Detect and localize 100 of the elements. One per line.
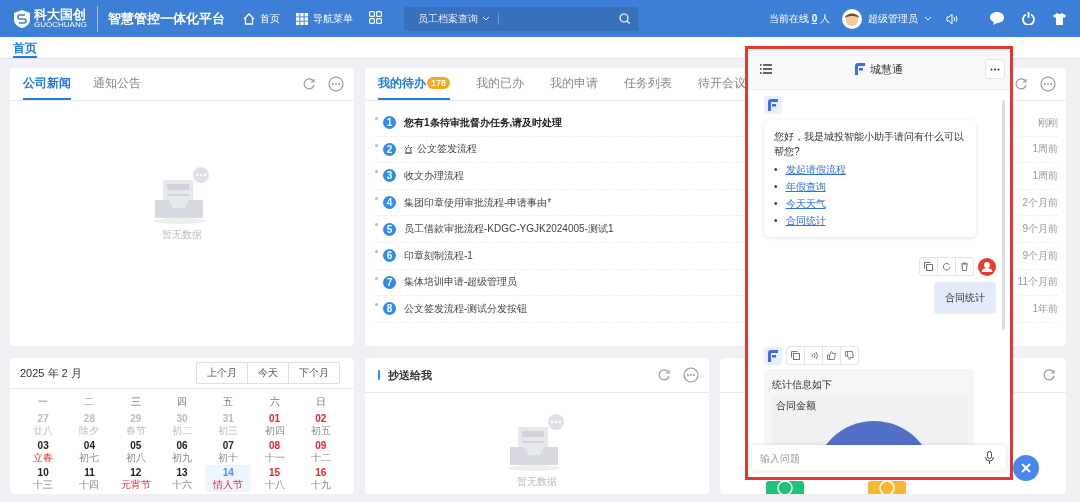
chat-tile-icon[interactable] xyxy=(868,481,906,494)
number-badge: 4 xyxy=(383,196,396,210)
avatar-icon[interactable] xyxy=(842,8,862,29)
todo-tab[interactable]: 我的已办 xyxy=(476,68,525,100)
shirt-icon[interactable] xyxy=(1053,12,1066,25)
more-button[interactable] xyxy=(985,59,1005,79)
message-text: 您好，我是城投智能小助手请问有什么可以帮您? xyxy=(774,131,964,157)
platform-title: 智慧管控一体化平台 xyxy=(107,9,225,28)
time-text: 11个月前 xyxy=(1017,275,1058,290)
assistant-logo-icon xyxy=(768,349,778,362)
calendar-day[interactable]: 11 十四 xyxy=(66,465,113,492)
weekday-label: 四 xyxy=(176,395,188,409)
calendar-day[interactable]: 12 元宵节 xyxy=(112,465,159,492)
calendar-day[interactable]: 15 十八 xyxy=(251,465,298,492)
nav-menu-item[interactable]: 导航菜单 xyxy=(295,11,353,26)
calendar-day[interactable]: 06 初九 xyxy=(158,438,206,465)
refresh-icon[interactable] xyxy=(1042,368,1056,382)
number-badge: 2 xyxy=(383,142,396,156)
time-text: 9个月前 xyxy=(1022,222,1058,237)
time-text: 9个月前 xyxy=(1022,248,1058,263)
time-text: 2个月前 xyxy=(1022,195,1058,210)
user-message-bubble: 合同统计 xyxy=(934,282,996,314)
refresh-icon[interactable] xyxy=(1014,77,1028,91)
calendar-nav-button[interactable]: 下个月 xyxy=(288,363,339,383)
todo-tab[interactable]: 我的申请 xyxy=(550,68,599,100)
calendar-day[interactable]: 09 十二 xyxy=(297,438,344,465)
todo-item-link[interactable]: 公文签发流程-测试分发按钮 xyxy=(404,301,528,316)
todo-item-link[interactable]: 印章刻制流程-1 xyxy=(404,248,473,263)
weekday-label: 三 xyxy=(129,395,142,409)
number-badge: 3 xyxy=(383,169,396,183)
chat-bubble-icon[interactable] xyxy=(990,12,1004,25)
bullet-text: • xyxy=(774,214,778,228)
todo-item-link[interactable]: 您有1条待审批督办任务,请及时处理 xyxy=(404,115,563,130)
weekday-label: 六 xyxy=(268,395,281,409)
search-category-dropdown[interactable]: 员工档案查询 xyxy=(417,11,478,26)
chart-title: 合同金额 xyxy=(776,399,817,413)
calendar-day[interactable]: 02 初五 xyxy=(297,411,344,438)
assistant-logo-icon xyxy=(854,63,865,75)
todo-tab[interactable]: 任务列表 xyxy=(624,68,673,100)
number-badge: 6 xyxy=(383,249,396,263)
time-text: 1周前 xyxy=(1032,142,1058,157)
number-badge: 7 xyxy=(383,275,396,289)
news-tab[interactable]: 公司新闻 xyxy=(23,68,71,100)
todo-item-link[interactable]: 集团印章使用审批流程-申请事由* xyxy=(404,195,552,210)
time-text: 刚刚 xyxy=(1038,115,1058,130)
calendar-day[interactable]: 13 十六 xyxy=(158,465,206,492)
news-tab[interactable]: 通知公告 xyxy=(93,68,141,100)
calendar-day[interactable]: 10 十三 xyxy=(20,465,67,492)
menu-icon[interactable] xyxy=(760,64,772,74)
speaker-icon[interactable] xyxy=(946,12,958,25)
todo-tab[interactable]: 待开会议 xyxy=(698,68,747,100)
caret-icon[interactable] xyxy=(924,16,932,21)
logo-text: 科大国创 xyxy=(34,8,87,21)
apps-icon[interactable] xyxy=(368,10,382,24)
more-icon[interactable] xyxy=(328,76,344,92)
todo-tab[interactable]: 我的待办 178 xyxy=(378,68,451,100)
refresh-icon[interactable] xyxy=(657,368,671,382)
chat-title: 城慧通 xyxy=(869,61,903,77)
calendar-day[interactable]: 16 十九 xyxy=(297,465,344,492)
count-badge: 178 xyxy=(427,77,451,89)
message-text: 统计信息如下 xyxy=(772,379,832,390)
logo-subtext: GUOCHUANG xyxy=(34,21,87,29)
page-tab[interactable]: 首页 xyxy=(13,37,37,58)
upload-tile-icon[interactable] xyxy=(766,481,804,494)
bullet-text: • xyxy=(774,180,778,194)
nav-menu-item[interactable]: 首页 xyxy=(242,11,280,26)
todo-item-link[interactable]: 集体培训申请-超级管理员 xyxy=(404,275,518,290)
calendar-day[interactable]: 07 初十 xyxy=(205,438,252,465)
shield-logo-icon xyxy=(14,9,30,28)
refresh-icon[interactable] xyxy=(302,77,316,91)
calendar-day[interactable]: 01 初四 xyxy=(251,411,298,438)
calendar-day[interactable]: 05 初八 xyxy=(112,438,159,465)
grid-icon xyxy=(295,12,308,25)
calendar-day[interactable]: 04 初七 xyxy=(66,438,113,465)
question-input-field[interactable]: 输入问题 xyxy=(752,445,1006,471)
suggestion-link[interactable]: 年假查询 xyxy=(785,178,826,195)
suggestion-link[interactable]: 今天天气 xyxy=(785,195,826,212)
user-name[interactable]: 超级管理员 xyxy=(868,11,918,26)
more-icon xyxy=(990,67,1000,71)
todo-item-link[interactable]: 收文办理流程 xyxy=(404,169,464,183)
bullet-text: • xyxy=(774,197,778,211)
close-icon[interactable] xyxy=(1021,463,1031,473)
calendar-day[interactable]: 03 立春 xyxy=(20,438,67,465)
suggestion-link[interactable]: 合同统计 xyxy=(785,212,826,229)
calendar-day[interactable]: 08 十一 xyxy=(251,438,298,465)
number-badge: 8 xyxy=(383,302,396,316)
search-icon[interactable] xyxy=(618,13,630,24)
microphone-icon[interactable] xyxy=(985,451,994,464)
weekday-label: 五 xyxy=(222,395,235,409)
suggestion-link[interactable]: 发起请假流程 xyxy=(785,161,846,178)
time-text: 1周前 xyxy=(1032,169,1058,183)
more-icon[interactable] xyxy=(683,367,699,383)
calendar-day[interactable]: 14 情人节 xyxy=(205,465,252,492)
bullet-text: • xyxy=(774,163,778,177)
todo-item-link[interactable]: 公文签发流程 xyxy=(417,142,477,157)
assistant-logo-icon xyxy=(768,99,778,111)
more-icon[interactable] xyxy=(1040,76,1056,92)
todo-item-link[interactable]: 员工借款审批流程-KDGC-YGJK2024005-测试1 xyxy=(404,222,614,237)
power-icon[interactable] xyxy=(1022,12,1035,25)
card-title: 抄送给我 xyxy=(388,367,432,383)
